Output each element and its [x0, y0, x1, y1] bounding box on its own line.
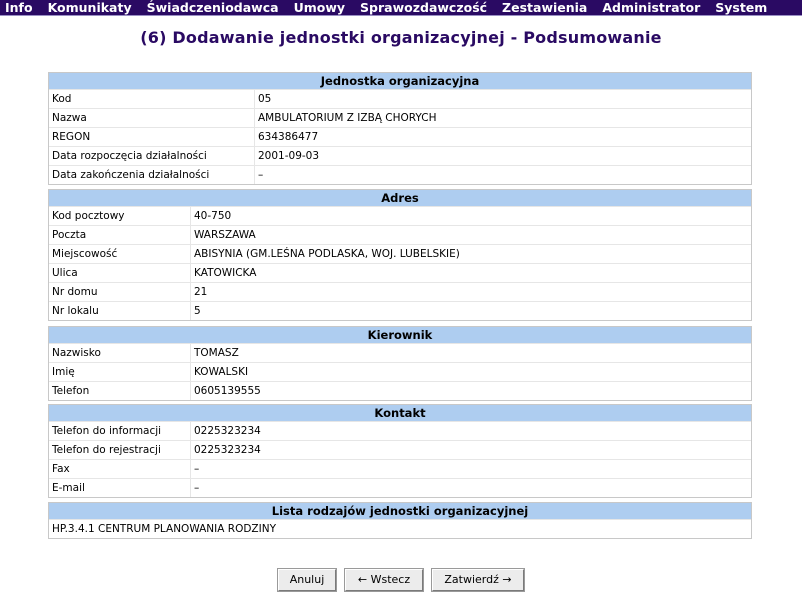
field-value-ulica: KATOWICKA: [191, 264, 751, 282]
table-row: Poczta WARSZAWA: [49, 226, 751, 244]
table-row: REGON 634386477: [49, 128, 751, 146]
table-row: Nazwa AMBULATORIUM Z IZBĄ CHORYCH: [49, 109, 751, 127]
section-kierownik: Kierownik Nazwisko TOMASZ Imię KOWALSKI …: [48, 326, 752, 401]
table-row: Telefon do informacji 0225323234: [49, 422, 751, 440]
menu-administrator[interactable]: Administrator: [602, 0, 700, 15]
menu-system[interactable]: System: [715, 0, 767, 15]
menu-bar: Info Komunikaty Świadczeniodawca Umowy S…: [0, 0, 802, 16]
menu-swiadczeniodawca[interactable]: Świadczeniodawca: [147, 0, 279, 15]
field-label: Nr lokalu: [49, 302, 190, 320]
field-label: REGON: [49, 128, 254, 146]
field-label: Poczta: [49, 226, 190, 244]
field-value-regon: 634386477: [255, 128, 751, 146]
section-header-lista: Lista rodzajów jednostki organizacyjnej: [49, 503, 751, 519]
field-value-nr-domu: 21: [191, 283, 751, 301]
table-row: Miejscowość ABISYNIA (GM.LEŚNA PODLASKA,…: [49, 245, 751, 263]
field-label: Kod: [49, 90, 254, 108]
field-value-fax: –: [191, 460, 751, 478]
field-label: Imię: [49, 363, 190, 381]
section-header-kontakt: Kontakt: [49, 405, 751, 421]
field-label: Data rozpoczęcia działalności: [49, 147, 254, 165]
table-row: Data zakończenia działalności –: [49, 166, 751, 184]
table-row: Telefon do rejestracji 0225323234: [49, 441, 751, 459]
field-value-email: –: [191, 479, 751, 497]
table-row: Fax –: [49, 460, 751, 478]
section-kontakt: Kontakt Telefon do informacji 0225323234…: [48, 404, 752, 498]
back-button[interactable]: ← Wstecz: [344, 568, 424, 592]
field-label: Data zakończenia działalności: [49, 166, 254, 184]
table-row: Telefon 0605139555: [49, 382, 751, 400]
table-row: E-mail –: [49, 479, 751, 497]
section-jednostka: Jednostka organizacyjna Kod 05 Nazwa AMB…: [48, 72, 752, 185]
table-row: Kod pocztowy 40-750: [49, 207, 751, 225]
menu-sprawozdawczosc[interactable]: Sprawozdawczość: [360, 0, 487, 15]
page-title: (6) Dodawanie jednostki organizacyjnej -…: [140, 28, 662, 47]
cancel-button[interactable]: Anuluj: [277, 568, 337, 592]
menu-zestawienia[interactable]: Zestawienia: [502, 0, 587, 15]
section-header-jednostka: Jednostka organizacyjna: [49, 73, 751, 89]
field-label: Telefon do informacji: [49, 422, 190, 440]
table-row: Data rozpoczęcia działalności 2001-09-03: [49, 147, 751, 165]
table-row: Nr lokalu 5: [49, 302, 751, 320]
field-label: Miejscowość: [49, 245, 190, 263]
table-row: Ulica KATOWICKA: [49, 264, 751, 282]
field-label: Telefon: [49, 382, 190, 400]
field-label: Ulica: [49, 264, 190, 282]
list-item: HP.3.4.1 CENTRUM PLANOWANIA RODZINY: [49, 520, 751, 538]
field-value-data-rozpoczecia: 2001-09-03: [255, 147, 751, 165]
field-label: Nazwisko: [49, 344, 190, 362]
menu-info[interactable]: Info: [5, 0, 33, 15]
table-row: Nr domu 21: [49, 283, 751, 301]
section-lista-rodzajow: Lista rodzajów jednostki organizacyjnej …: [48, 502, 752, 539]
field-label: Nazwa: [49, 109, 254, 127]
button-bar: Anuluj ← Wstecz Zatwierdź →: [0, 568, 802, 592]
field-value-nazwa: AMBULATORIUM Z IZBĄ CHORYCH: [255, 109, 751, 127]
field-label: Kod pocztowy: [49, 207, 190, 225]
table-row: Nazwisko TOMASZ: [49, 344, 751, 362]
field-label: Telefon do rejestracji: [49, 441, 190, 459]
field-label: Nr domu: [49, 283, 190, 301]
field-value-imie: KOWALSKI: [191, 363, 751, 381]
table-row: Kod 05: [49, 90, 751, 108]
table-row: Imię KOWALSKI: [49, 363, 751, 381]
field-label: E-mail: [49, 479, 190, 497]
field-value-telefon-informacji: 0225323234: [191, 422, 751, 440]
field-value-kod-pocztowy: 40-750: [191, 207, 751, 225]
section-header-adres: Adres: [49, 190, 751, 206]
field-label: Fax: [49, 460, 190, 478]
field-value-kod: 05: [255, 90, 751, 108]
field-value-telefon: 0605139555: [191, 382, 751, 400]
confirm-button[interactable]: Zatwierdź →: [431, 568, 525, 592]
field-value-data-zakonczenia: –: [255, 166, 751, 184]
field-value-poczta: WARSZAWA: [191, 226, 751, 244]
section-adres: Adres Kod pocztowy 40-750 Poczta WARSZAW…: [48, 189, 752, 321]
field-value-nazwisko: TOMASZ: [191, 344, 751, 362]
field-value-telefon-rejestracji: 0225323234: [191, 441, 751, 459]
field-value-nr-lokalu: 5: [191, 302, 751, 320]
menu-umowy[interactable]: Umowy: [294, 0, 345, 15]
section-header-kierownik: Kierownik: [49, 327, 751, 343]
field-value-miejscowosc: ABISYNIA (GM.LEŚNA PODLASKA, WOJ. LUBELS…: [191, 245, 751, 263]
menu-komunikaty[interactable]: Komunikaty: [48, 0, 132, 15]
